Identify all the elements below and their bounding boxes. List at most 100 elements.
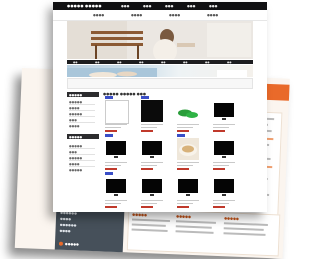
- product-name[interactable]: [177, 200, 199, 202]
- new-badge: [105, 172, 113, 175]
- tv-icon: [142, 141, 162, 158]
- promo-banner[interactable]: [67, 65, 253, 77]
- product-price: [213, 168, 225, 170]
- product-name[interactable]: [105, 162, 127, 164]
- product-image[interactable]: [177, 176, 199, 198]
- product-image[interactable]: [177, 138, 199, 160]
- product-image[interactable]: [213, 176, 235, 198]
- divider: [69, 116, 95, 117]
- product-image[interactable]: [105, 138, 127, 160]
- hero-photo: [67, 21, 253, 59]
- top-nav-link[interactable]: ●●●: [143, 4, 151, 8]
- category-link[interactable]: ●●: [73, 61, 78, 64]
- top-nav-link[interactable]: ●●●: [121, 4, 129, 8]
- product-name[interactable]: [177, 124, 199, 126]
- sub-nav-link[interactable]: ●●●●: [169, 13, 180, 17]
- product-name[interactable]: [213, 124, 235, 126]
- divider: [69, 148, 95, 149]
- category-link[interactable]: ●●: [205, 61, 210, 64]
- product-price: [105, 130, 117, 132]
- tv-icon: [214, 141, 234, 158]
- back-nav-item[interactable]: ●●●●●●: [60, 212, 120, 217]
- site-logo[interactable]: ●●●●● ●●●●●: [67, 4, 102, 8]
- top-nav-link[interactable]: ●●●: [187, 4, 195, 8]
- product-image[interactable]: [105, 176, 127, 198]
- category-link[interactable]: ●●: [95, 61, 100, 64]
- product-name[interactable]: [213, 200, 235, 202]
- tv-icon: [178, 179, 198, 196]
- product-desc: [141, 203, 157, 205]
- product-desc: [213, 203, 229, 205]
- tv-icon: [214, 103, 234, 120]
- pool-photo: [67, 68, 247, 77]
- product-price: [141, 206, 153, 208]
- product-image[interactable]: [141, 176, 163, 198]
- product-desc: [213, 165, 229, 167]
- sub-nav-link[interactable]: ●●●●: [207, 13, 218, 17]
- product-desc: [105, 127, 121, 129]
- product-price: [177, 168, 189, 170]
- new-badge: [105, 134, 113, 137]
- new-badge: [177, 134, 185, 137]
- top-nav-link[interactable]: ●●●: [209, 4, 217, 8]
- product-name[interactable]: [105, 124, 127, 126]
- back-nav-item[interactable]: ●●●●: [59, 230, 119, 235]
- new-badge: [141, 96, 149, 99]
- back-nav-item[interactable]: ●●●●: [60, 218, 120, 223]
- product-name[interactable]: [105, 200, 127, 202]
- back-logo-text: ●●●●●: [64, 241, 79, 247]
- product-image[interactable]: [141, 100, 163, 122]
- product-name[interactable]: [141, 162, 163, 164]
- back-column-head-1: ●●●●●: [132, 212, 148, 218]
- product-image[interactable]: [177, 100, 199, 122]
- top-nav-link[interactable]: ●●●: [165, 4, 173, 8]
- sidebar-heading: ●●●●●: [69, 93, 83, 97]
- product-desc: [105, 165, 121, 167]
- back-column-head-3: ●●●●●: [224, 216, 239, 221]
- back-nav-item[interactable]: ●●●●●●: [60, 224, 120, 229]
- sidebar-heading: ●●●●●: [69, 135, 83, 139]
- divider: [69, 166, 95, 167]
- product-image[interactable]: [141, 138, 163, 160]
- sidebar-item[interactable]: ●●●●●: [69, 168, 98, 172]
- product-price: [177, 130, 189, 132]
- product-desc: [177, 203, 193, 205]
- food-icon: [179, 144, 197, 156]
- hero-image[interactable]: [67, 21, 253, 59]
- category-link[interactable]: ●●: [139, 61, 144, 64]
- category-link[interactable]: ●●: [183, 61, 188, 64]
- tv-icon: [142, 179, 162, 196]
- divider: [69, 160, 95, 161]
- product-price: [213, 206, 225, 208]
- product-desc: [141, 127, 157, 129]
- category-link[interactable]: ●●: [161, 61, 166, 64]
- product-image[interactable]: [105, 100, 129, 124]
- product-price: [141, 168, 153, 170]
- product-name[interactable]: [213, 162, 235, 164]
- sub-navigation: ●●●● ●●●● ●●●● ●●●●: [53, 10, 267, 21]
- product-name[interactable]: [141, 200, 163, 202]
- product-price: [141, 130, 153, 132]
- product-image[interactable]: [213, 138, 235, 160]
- sub-nav-link[interactable]: ●●●●: [93, 13, 104, 17]
- category-link[interactable]: ●●: [227, 61, 232, 64]
- product-image[interactable]: [213, 100, 235, 122]
- divider: [69, 104, 95, 105]
- product-desc: [105, 203, 121, 205]
- product-grid-area: ●●●●● ●●●●● ●●●: [103, 92, 253, 210]
- tv-icon: [106, 179, 126, 196]
- tv-icon: [214, 179, 234, 196]
- category-link[interactable]: ●●: [117, 61, 122, 64]
- secondary-banner[interactable]: [67, 78, 253, 89]
- sidebar-item[interactable]: ●●●●: [69, 124, 98, 128]
- left-sidebar: ●●●●● ●●●●● ●●●● ●●●●● ●●● ●●●● ●●●●● ●●…: [67, 92, 99, 210]
- product-desc: [141, 165, 157, 167]
- product-price: [213, 130, 225, 132]
- product-price: [105, 206, 117, 208]
- tv-icon: [106, 141, 126, 158]
- monitor-icon: [141, 100, 163, 122]
- sub-nav-link[interactable]: ●●●●: [131, 13, 142, 17]
- product-name[interactable]: [177, 162, 199, 164]
- product-name[interactable]: [141, 124, 163, 126]
- new-badge: [105, 96, 113, 99]
